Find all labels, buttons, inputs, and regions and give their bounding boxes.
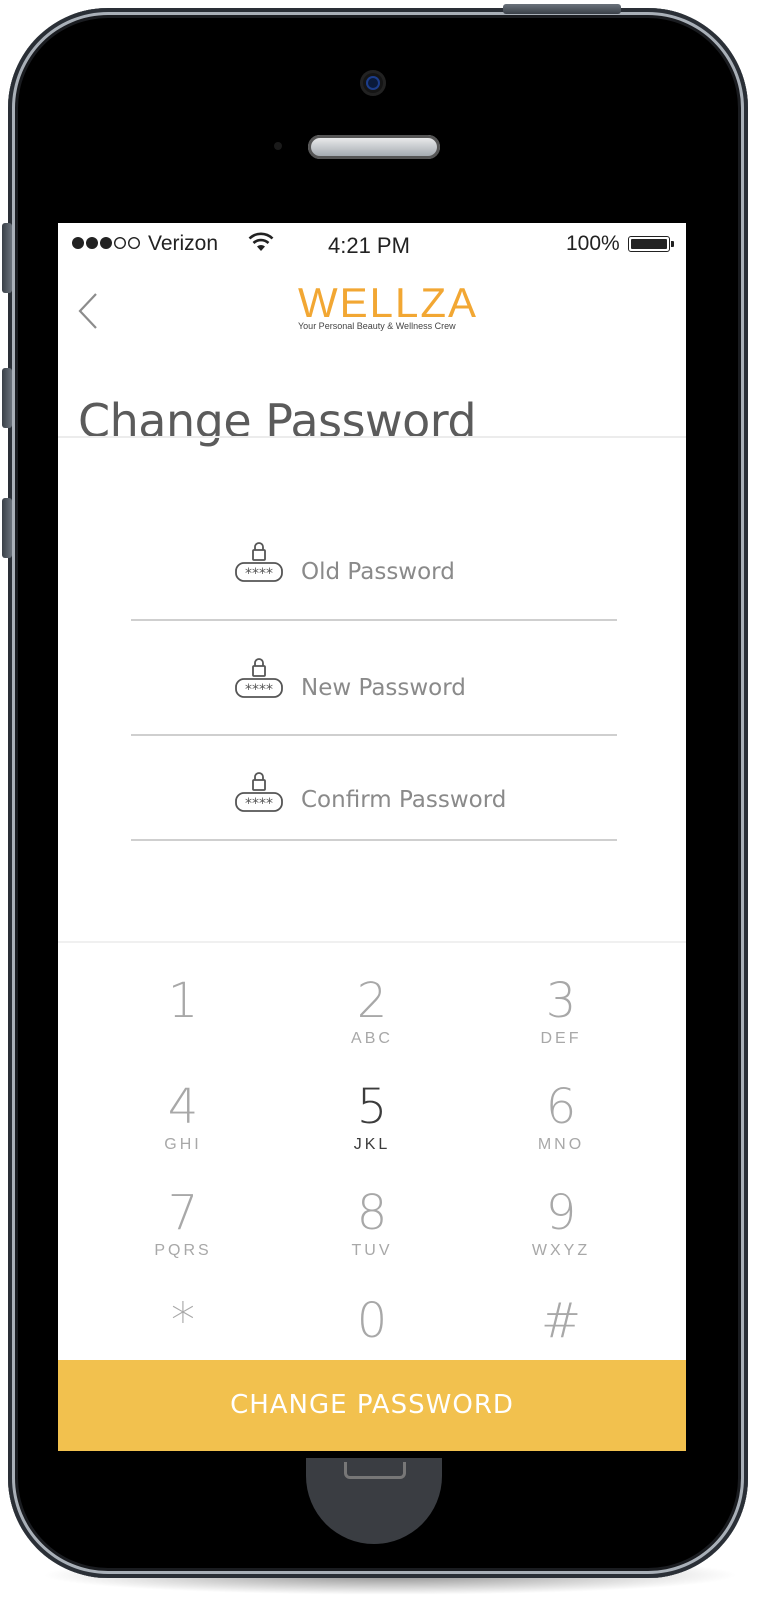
confirm-password-field[interactable]: **** Confirm Password [131,759,617,841]
app-screen: Verizon 4:21 PM 100% WELLZA Your Persona… [58,223,686,1451]
clock: 4:21 PM [328,233,410,258]
new-password-field[interactable]: **** New Password [131,654,617,736]
key-1[interactable]: 1 [83,973,283,1073]
key-letters: ABC [351,1030,393,1047]
new-password-placeholder: New Password [301,675,466,701]
key-digit: 1 [167,973,199,1029]
key-8[interactable]: 8 TUV [272,1185,472,1285]
page-title: Change Password [78,393,477,448]
mute-switch [2,223,12,293]
key-letters: DEF [540,1030,582,1047]
volume-down-button [2,498,12,558]
battery-percentage: 100% [566,232,620,255]
old-password-placeholder: Old Password [301,559,455,585]
signal-strength-icon [72,236,141,250]
key-letters: GHI [164,1136,202,1153]
back-chevron-icon[interactable] [76,291,100,331]
numeric-keypad: 1 2 ABC 3 DEF 4 GHI 5 JKL 6 MNO 7 PQRS 8 TUV 9W… [58,943,686,1361]
key-digit: 5 [356,1079,388,1135]
logo-wordmark: WELLZA [298,279,479,326]
home-button[interactable] [306,1458,442,1544]
carrier-name: Verizon [148,232,219,255]
password-lock-icon: **** [235,542,283,582]
key-6[interactable]: 6 MNO [461,1079,661,1179]
key-letters: PQRS [154,1242,212,1259]
key-2[interactable]: 2 ABC [272,973,472,1073]
key-digit: * [171,1293,195,1349]
key-digit: 2 [356,973,388,1029]
front-camera [360,70,386,96]
svg-text:****: **** [245,566,273,582]
key-letters: MNO [537,1136,585,1153]
password-lock-icon: **** [235,772,283,812]
power-button [503,4,621,14]
key-digit: 7 [167,1185,199,1241]
key-5[interactable]: 5 JKL [272,1079,472,1179]
earpiece-speaker [308,135,440,159]
key-letters: TUV [351,1242,393,1259]
key-9[interactable]: 9 WXYZ [461,1185,661,1285]
key-digit: 0 [356,1293,388,1349]
password-lock-icon: **** [235,658,283,698]
battery-icon [628,236,674,252]
status-bar: Verizon 4:21 PM 100% [58,223,686,267]
key-digit: 9 [545,1185,577,1241]
key-4[interactable]: 4 GHI [83,1079,283,1179]
key-3[interactable]: 3 DEF [461,973,661,1073]
key-digit: 8 [356,1185,388,1241]
key-digit: 4 [167,1079,199,1135]
change-password-button[interactable]: CHANGE PASSWORD [58,1360,686,1451]
svg-text:****: **** [245,796,273,812]
old-password-field[interactable]: **** Old Password [131,539,617,621]
logo-tagline: Your Personal Beauty & Wellness Crew [298,321,456,331]
wellza-logo: WELLZA Your Personal Beauty & Wellness C… [298,279,479,332]
key-letters: JKL [353,1136,391,1153]
key-digit: 3 [545,973,577,1029]
header-divider [58,436,686,438]
svg-text:****: **** [245,682,273,698]
key-letters: WXYZ [531,1242,591,1259]
confirm-password-placeholder: Confirm Password [301,787,507,813]
key-7[interactable]: 7 PQRS [83,1185,283,1285]
wifi-icon [248,232,274,251]
volume-up-button [2,368,12,428]
key-digit: # [540,1293,582,1349]
key-digit: 6 [545,1079,577,1135]
proximity-sensor [274,142,282,150]
